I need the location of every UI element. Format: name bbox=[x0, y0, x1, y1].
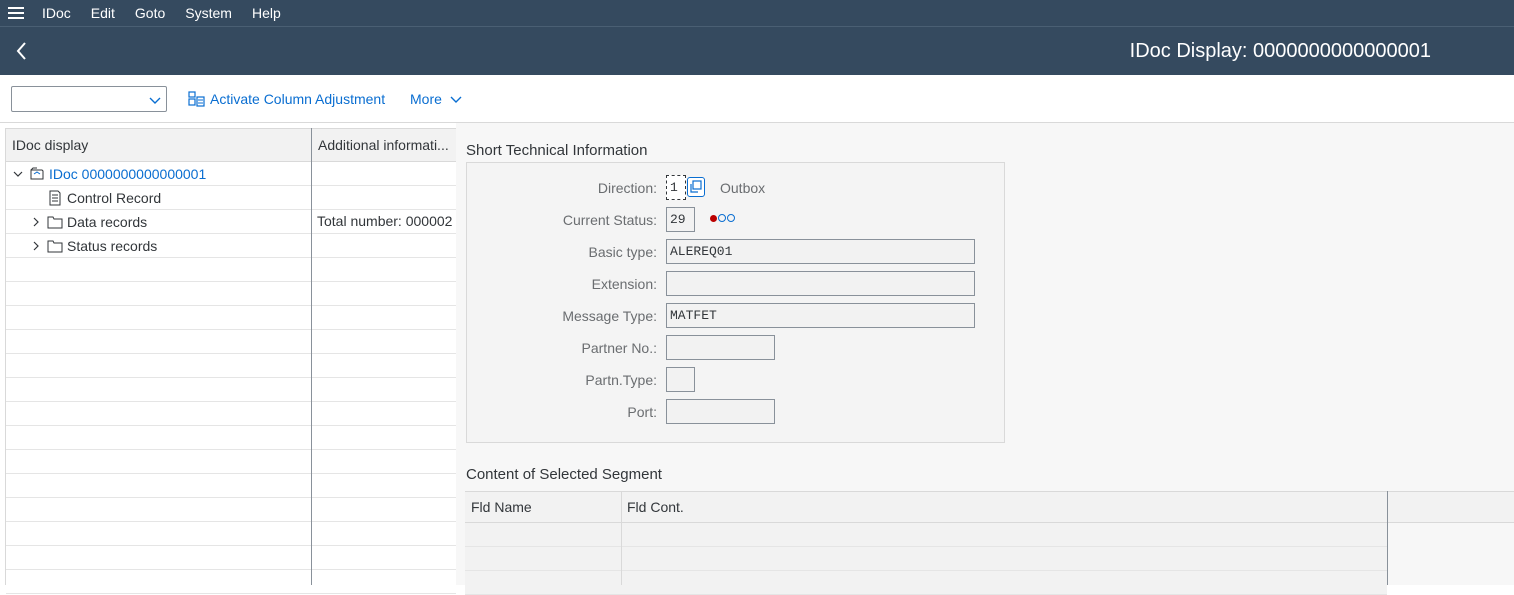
document-icon bbox=[47, 190, 63, 206]
partner-type-label: Partn.Type: bbox=[585, 372, 657, 388]
empty-row bbox=[6, 498, 456, 522]
column-divider[interactable] bbox=[311, 128, 312, 585]
empty-row bbox=[6, 474, 456, 498]
chevron-down-icon bbox=[149, 97, 161, 104]
tree-row[interactable]: IDoc 0000000000000001 bbox=[6, 162, 456, 186]
back-icon[interactable] bbox=[10, 39, 34, 63]
title-bar: IDoc Display: 0000000000000001 bbox=[0, 26, 1514, 75]
menu-system[interactable]: System bbox=[175, 0, 242, 26]
chevron-down-icon[interactable] bbox=[11, 167, 25, 181]
empty-row bbox=[6, 354, 456, 378]
activate-column-adjustment-label: Activate Column Adjustment bbox=[210, 91, 386, 107]
empty-row bbox=[6, 450, 456, 474]
extension-label: Extension: bbox=[591, 276, 657, 292]
section-title-segment-content: Content of Selected Segment bbox=[466, 466, 662, 483]
extension-field[interactable] bbox=[666, 271, 975, 296]
chevron-right-icon[interactable] bbox=[29, 239, 43, 253]
empty-row bbox=[6, 426, 456, 450]
tree-item-info: Total number: 000002 bbox=[317, 213, 453, 229]
message-type-label: Message Type: bbox=[562, 308, 657, 324]
port-label: Port: bbox=[627, 404, 657, 420]
menu-idoc[interactable]: IDoc bbox=[32, 0, 81, 26]
empty-row bbox=[6, 570, 456, 594]
segment-content-table: Fld Name Fld Cont. bbox=[465, 491, 1514, 595]
segment-table-header: Fld Name Fld Cont. bbox=[465, 491, 1514, 523]
section-title-technical-info: Short Technical Information bbox=[466, 142, 648, 159]
direction-value-help-icon[interactable] bbox=[687, 177, 705, 197]
idoc-icon bbox=[29, 166, 45, 182]
chevron-right-icon[interactable] bbox=[29, 215, 43, 229]
menu-edit[interactable]: Edit bbox=[81, 0, 125, 26]
tree-item-info bbox=[317, 234, 456, 257]
chevron-down-icon bbox=[450, 96, 462, 103]
activate-column-adjustment-button[interactable]: Activate Column Adjustment bbox=[188, 86, 385, 112]
tree-item-info bbox=[317, 186, 456, 209]
tree-item-label: Control Record bbox=[67, 189, 162, 206]
partner-no-field[interactable] bbox=[666, 335, 775, 360]
current-status-field[interactable]: 29 bbox=[666, 207, 695, 232]
menu-goto[interactable]: Goto bbox=[125, 0, 175, 26]
column-header-additional-info[interactable]: Additional informati... bbox=[312, 129, 456, 162]
empty-row bbox=[6, 402, 456, 426]
direction-label: Direction: bbox=[597, 180, 657, 196]
table-row[interactable] bbox=[465, 571, 1387, 595]
layout-select[interactable] bbox=[11, 86, 167, 112]
table-row[interactable] bbox=[465, 523, 1387, 547]
toolbar: Activate Column Adjustment More bbox=[0, 75, 1514, 123]
column-header-idoc-display[interactable]: IDoc display bbox=[6, 129, 311, 162]
idoc-tree: IDoc display Additional informati... IDo… bbox=[5, 128, 457, 594]
tree-row[interactable]: Control Record bbox=[6, 186, 456, 210]
current-status-label: Current Status: bbox=[562, 212, 657, 228]
empty-row bbox=[6, 282, 456, 306]
empty-row bbox=[6, 522, 456, 546]
technical-info-group: Direction: 1 Outbox Current Status: 29 B… bbox=[466, 162, 1005, 443]
basic-type-label: Basic type: bbox=[588, 244, 657, 260]
empty-row bbox=[6, 258, 456, 282]
column-header-field-name[interactable]: Fld Name bbox=[465, 492, 532, 523]
more-label: More bbox=[410, 91, 442, 107]
empty-row bbox=[6, 306, 456, 330]
table-row[interactable] bbox=[465, 547, 1387, 571]
menu-help[interactable]: Help bbox=[242, 0, 291, 26]
tree-item-label: Status records bbox=[67, 237, 158, 254]
hamburger-menu-icon[interactable] bbox=[0, 0, 32, 26]
tree-row[interactable]: Status records bbox=[6, 234, 456, 258]
folder-icon bbox=[47, 238, 63, 254]
detail-pane: Short Technical Information Direction: 1… bbox=[456, 123, 1514, 595]
empty-row bbox=[6, 378, 456, 402]
basic-type-field[interactable]: ALEREQ01 bbox=[666, 239, 975, 264]
direction-text: Outbox bbox=[720, 180, 766, 196]
column-adjust-icon bbox=[188, 91, 205, 107]
tree-item-label: Data records bbox=[67, 213, 148, 230]
page-title: IDoc Display: 0000000000000001 bbox=[1129, 40, 1431, 62]
tree-item-info bbox=[317, 162, 456, 185]
partner-type-field[interactable] bbox=[666, 367, 695, 392]
message-type-field[interactable]: MATFET bbox=[666, 303, 975, 328]
partner-no-label: Partner No.: bbox=[581, 340, 657, 356]
column-divider bbox=[1387, 491, 1388, 585]
empty-row bbox=[6, 546, 456, 570]
tree-item-label: IDoc 0000000000000001 bbox=[49, 165, 207, 182]
direction-field[interactable]: 1 bbox=[666, 175, 686, 200]
column-divider bbox=[621, 491, 622, 585]
menu-bar: IDoc Edit Goto System Help bbox=[0, 0, 1514, 26]
tree-row[interactable]: Data records Total number: 000002 bbox=[6, 210, 456, 234]
folder-icon bbox=[47, 214, 63, 230]
port-field[interactable] bbox=[666, 399, 775, 424]
status-light-icon bbox=[710, 214, 735, 222]
tree-header: IDoc display Additional informati... bbox=[6, 128, 456, 162]
empty-row bbox=[6, 330, 456, 354]
column-header-field-content[interactable]: Fld Cont. bbox=[621, 492, 684, 523]
more-button[interactable]: More bbox=[410, 86, 464, 112]
